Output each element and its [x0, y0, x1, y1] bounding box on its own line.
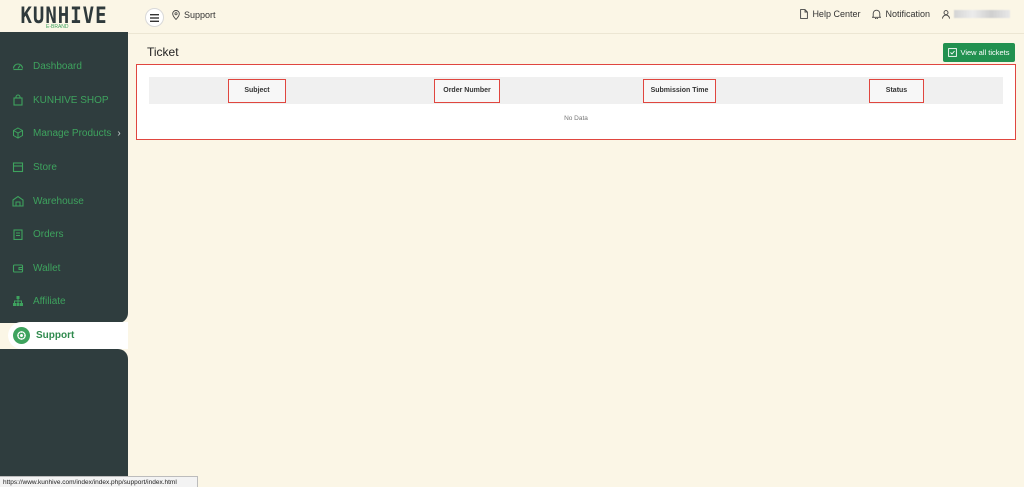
table-header: Subject Order Number Submission Time Sta…	[149, 77, 1003, 104]
sidebar-nav-panel-bottom	[0, 349, 128, 487]
chevron-right-icon: ›	[117, 127, 121, 139]
column-header-status[interactable]: Status	[869, 78, 924, 103]
sidebar-item-label: Store	[33, 161, 57, 173]
notification-label: Notification	[885, 9, 930, 19]
view-all-tickets-label: View all tickets	[960, 48, 1010, 57]
user-menu[interactable]	[942, 9, 1010, 19]
view-all-tickets-button[interactable]: View all tickets	[943, 43, 1015, 62]
breadcrumb: Support	[172, 10, 216, 20]
column-header-subject[interactable]: Subject	[228, 78, 286, 103]
sidebar-item-support[interactable]: Support	[8, 322, 128, 349]
menu-toggle-button[interactable]	[145, 8, 164, 27]
sidebar-item-dashboard[interactable]: Dashboard	[12, 56, 82, 76]
link-status-url: https://www.kunhive.com/index/index.php/…	[0, 476, 198, 487]
page-title: Ticket	[147, 45, 179, 59]
header-actions: Help Center Notification	[788, 9, 1010, 19]
sidebar-item-label: Wallet	[33, 262, 61, 274]
network-icon	[12, 295, 24, 307]
box-icon	[12, 127, 24, 139]
sidebar-item-store[interactable]: Store	[12, 157, 57, 177]
top-bar: Support Help Center Notification	[128, 0, 1024, 34]
clipboard-icon	[12, 228, 24, 240]
user-icon	[942, 9, 950, 19]
sidebar-item-label: Affiliate	[33, 295, 66, 307]
sidebar-item-kunhive-shop[interactable]: KUNHIVE SHOP	[12, 90, 109, 110]
help-center-link[interactable]: Help Center	[800, 9, 860, 19]
bell-icon	[872, 9, 882, 19]
sidebar-item-warehouse[interactable]: Warehouse	[12, 191, 84, 211]
warehouse-icon	[12, 195, 24, 207]
sidebar-item-orders[interactable]: Orders	[12, 224, 64, 244]
ticket-table-panel: Subject Order Number Submission Time Sta…	[136, 64, 1016, 140]
sidebar-item-label: Dashboard	[33, 60, 82, 72]
hamburger-icon	[150, 13, 159, 22]
store-icon	[12, 161, 24, 173]
sidebar-item-label: KUNHIVE SHOP	[33, 94, 109, 106]
empty-state-text: No Data	[564, 115, 588, 122]
column-header-submission-time[interactable]: Submission Time	[643, 78, 716, 103]
sidebar: KUNHIVE E-BRAND Dashboard KUNHIVE SHOP M…	[0, 0, 128, 487]
notification-link[interactable]: Notification	[872, 9, 930, 19]
sidebar-item-label: Manage Products	[33, 127, 112, 139]
document-icon	[800, 9, 809, 19]
dashboard-icon	[12, 60, 24, 72]
wallet-icon	[12, 262, 24, 274]
ticket-list-icon	[948, 48, 958, 57]
support-icon	[13, 327, 30, 344]
username-blurred	[954, 10, 1010, 18]
sidebar-item-label: Warehouse	[33, 195, 84, 207]
logo-subtext: E-BRAND	[46, 24, 69, 30]
sidebar-item-label: Orders	[33, 228, 64, 240]
breadcrumb-current: Support	[184, 10, 216, 20]
sidebar-item-wallet[interactable]: Wallet	[12, 258, 60, 278]
shopping-bag-icon	[12, 94, 24, 106]
sidebar-item-manage-products[interactable]: Manage Products ›	[12, 123, 121, 143]
brand-logo[interactable]: KUNHIVE E-BRAND	[0, 0, 128, 32]
sidebar-item-label: Support	[36, 330, 75, 341]
column-header-order-number[interactable]: Order Number	[434, 78, 500, 103]
sidebar-item-affiliate[interactable]: Affiliate	[12, 291, 66, 311]
help-center-label: Help Center	[812, 9, 861, 19]
location-pin-icon	[172, 10, 180, 20]
